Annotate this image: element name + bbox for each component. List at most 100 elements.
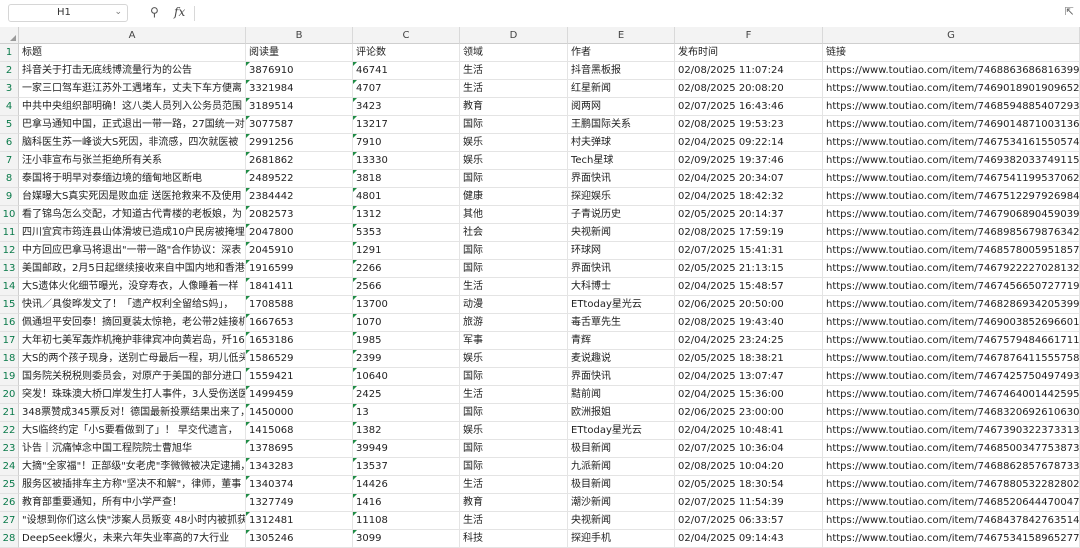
table-cell[interactable]: 中共中央组织部明确！这八类人员列入公务员范围 [19, 98, 246, 116]
row-number[interactable]: 21 [0, 404, 19, 422]
table-cell[interactable]: 看了锦鸟怎么交配，才知道古代青楼的老板娘，为 [19, 206, 246, 224]
table-cell[interactable]: 1841411 [246, 278, 353, 296]
table-cell[interactable]: 348票赞成345票反对！德国最新投票结果出来了， [19, 404, 246, 422]
table-cell[interactable]: 02/04/2025 09:22:14 [675, 134, 823, 152]
table-cell[interactable]: 娱乐 [460, 152, 568, 170]
table-cell[interactable]: ETtoday星光云 [568, 296, 675, 314]
table-cell[interactable]: https://www.toutiao.com/item/74682869342… [823, 296, 1080, 314]
table-cell[interactable]: https://www.toutiao.com/item/74675341615… [823, 134, 1080, 152]
table-cell[interactable]: 3423 [353, 98, 460, 116]
table-cell[interactable]: 02/06/2025 20:50:00 [675, 296, 823, 314]
table-cell[interactable]: 1559421 [246, 368, 353, 386]
column-header-d[interactable]: D [460, 27, 568, 44]
table-cell[interactable]: 3077587 [246, 116, 353, 134]
table-cell[interactable]: 3818 [353, 170, 460, 188]
row-number[interactable]: 3 [0, 80, 19, 98]
table-cell[interactable]: 极目新闻 [568, 440, 675, 458]
table-cell[interactable]: 1415068 [246, 422, 353, 440]
table-cell[interactable]: 大年初七美军轰炸机掩护菲律宾冲向黄岩岛，歼16 [19, 332, 246, 350]
table-cell[interactable]: 国际 [460, 116, 568, 134]
table-cell[interactable]: 生活 [460, 512, 568, 530]
table-cell[interactable]: 4801 [353, 188, 460, 206]
table-cell[interactable]: 3099 [353, 530, 460, 548]
table-cell[interactable]: https://www.toutiao.com/item/74674257504… [823, 368, 1080, 386]
table-cell[interactable]: ETtoday星光云 [568, 422, 675, 440]
row-number[interactable]: 12 [0, 242, 19, 260]
table-cell[interactable]: 台媒曝大S真实死因是败血症 送医抢救来不及使用 [19, 188, 246, 206]
table-cell[interactable]: 脑科医生苏一峰谈大S死因，非流感，四次就医被 [19, 134, 246, 152]
table-cell[interactable]: 探迎娱乐 [568, 188, 675, 206]
table-cell[interactable]: 探迎手机 [568, 530, 675, 548]
table-cell[interactable]: https://www.toutiao.com/item/74675341589… [823, 530, 1080, 548]
table-cell[interactable]: 国际 [460, 368, 568, 386]
table-cell[interactable]: 2566 [353, 278, 460, 296]
row-number[interactable]: 20 [0, 386, 19, 404]
table-cell[interactable]: 抖音黑板报 [568, 62, 675, 80]
table-cell[interactable]: 2384442 [246, 188, 353, 206]
table-cell[interactable]: 1378695 [246, 440, 353, 458]
table-cell[interactable]: 2399 [353, 350, 460, 368]
table-cell[interactable]: 02/08/2025 17:59:19 [675, 224, 823, 242]
fx-icon[interactable]: fx [174, 5, 185, 19]
table-cell[interactable]: DeepSeek爆火，未来六年失业率高的7大行业 [19, 530, 246, 548]
table-cell[interactable]: 1416 [353, 494, 460, 512]
table-cell[interactable]: 14426 [353, 476, 460, 494]
row-number[interactable]: 6 [0, 134, 19, 152]
table-cell[interactable]: 黠前闻 [568, 386, 675, 404]
table-cell[interactable]: 军事 [460, 332, 568, 350]
table-cell[interactable]: 02/07/2025 10:36:04 [675, 440, 823, 458]
table-cell[interactable]: 2425 [353, 386, 460, 404]
table-cell[interactable]: 13330 [353, 152, 460, 170]
header-cell[interactable]: 评论数 [353, 44, 460, 62]
table-cell[interactable]: Tech星球 [568, 152, 675, 170]
table-cell[interactable]: 泰国将于明早对泰缅边境的缅甸地区断电 [19, 170, 246, 188]
table-cell[interactable]: https://www.toutiao.com/item/74679068904… [823, 206, 1080, 224]
row-number[interactable]: 8 [0, 170, 19, 188]
table-cell[interactable]: 快讯／具俊晔发文了！「遗产权利全留给S妈」， [19, 296, 246, 314]
table-cell[interactable]: 02/07/2025 11:54:39 [675, 494, 823, 512]
table-cell[interactable]: 2082573 [246, 206, 353, 224]
table-cell[interactable]: 1499459 [246, 386, 353, 404]
table-cell[interactable]: 4707 [353, 80, 460, 98]
table-cell[interactable]: 大科博士 [568, 278, 675, 296]
row-number[interactable]: 4 [0, 98, 19, 116]
table-cell[interactable]: 美国邮政，2月5日起继续接收来自中国内地和香港 [19, 260, 246, 278]
table-cell[interactable]: 1312 [353, 206, 460, 224]
select-all-corner[interactable] [0, 27, 19, 44]
table-cell[interactable]: 动漫 [460, 296, 568, 314]
column-header-c[interactable]: C [353, 27, 460, 44]
column-header-e[interactable]: E [568, 27, 675, 44]
table-cell[interactable]: 村夫弹球 [568, 134, 675, 152]
table-cell[interactable]: 生活 [460, 80, 568, 98]
formula-input[interactable] [198, 5, 1058, 22]
table-cell[interactable]: 2266 [353, 260, 460, 278]
table-cell[interactable]: 02/05/2025 20:14:37 [675, 206, 823, 224]
table-cell[interactable]: 红星新闻 [568, 80, 675, 98]
table-cell[interactable]: 2991256 [246, 134, 353, 152]
table-cell[interactable]: https://www.toutiao.com/item/74684378427… [823, 512, 1080, 530]
row-number[interactable]: 22 [0, 422, 19, 440]
row-number[interactable]: 17 [0, 332, 19, 350]
table-cell[interactable]: 国际 [460, 260, 568, 278]
table-cell[interactable]: 大S的两个孩子现身，送别亡母最后一程，玥儿低头 [19, 350, 246, 368]
table-cell[interactable]: 生活 [460, 476, 568, 494]
table-cell[interactable]: 1312481 [246, 512, 353, 530]
table-cell[interactable]: 旅游 [460, 314, 568, 332]
header-cell[interactable]: 标题 [19, 44, 246, 62]
table-cell[interactable]: 1916599 [246, 260, 353, 278]
table-cell[interactable]: 国际 [460, 242, 568, 260]
table-cell[interactable]: 生活 [460, 62, 568, 80]
table-cell[interactable]: 国际 [460, 404, 568, 422]
table-cell[interactable]: 02/08/2025 10:04:20 [675, 458, 823, 476]
table-cell[interactable]: 1340374 [246, 476, 353, 494]
table-cell[interactable]: 2489522 [246, 170, 353, 188]
table-cell[interactable]: 02/05/2025 21:13:15 [675, 260, 823, 278]
table-cell[interactable]: 1382 [353, 422, 460, 440]
table-cell[interactable]: 中方回应巴拿马将退出"一带一路"合作协议：深表 [19, 242, 246, 260]
table-cell[interactable]: 生活 [460, 386, 568, 404]
table-cell[interactable]: 界面快讯 [568, 368, 675, 386]
table-cell[interactable]: 国际 [460, 458, 568, 476]
table-cell[interactable]: https://www.toutiao.com/item/74673903223… [823, 422, 1080, 440]
table-cell[interactable]: https://www.toutiao.com/item/74683206926… [823, 404, 1080, 422]
table-cell[interactable]: 2047800 [246, 224, 353, 242]
